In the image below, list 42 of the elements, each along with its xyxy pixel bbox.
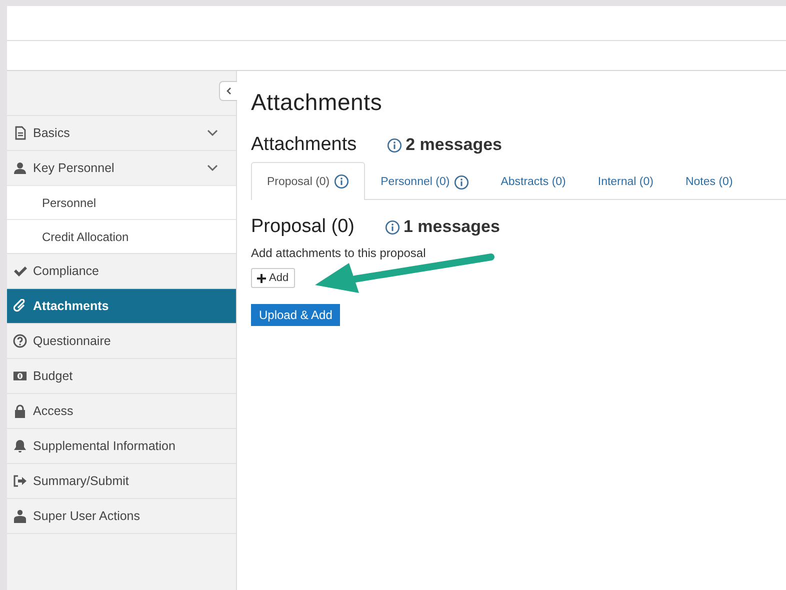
info-icon bbox=[334, 174, 349, 189]
person-icon bbox=[13, 161, 27, 175]
check-icon bbox=[13, 264, 27, 278]
info-icon bbox=[454, 174, 469, 190]
upload-button[interactable]: Upload & Add bbox=[251, 304, 340, 326]
lock-icon bbox=[13, 404, 27, 418]
panel-title: Proposal (0) bbox=[251, 216, 354, 238]
add-button[interactable]: Add bbox=[251, 268, 295, 288]
sidebar-item[interactable]: Supplemental Information bbox=[7, 428, 236, 463]
sidebar-item[interactable]: Attachments bbox=[7, 288, 236, 323]
info-icon bbox=[384, 220, 400, 234]
collapse-button[interactable] bbox=[219, 81, 237, 101]
sidebar-item[interactable]: Budget bbox=[7, 358, 236, 393]
messages-link[interactable]: 2 messages bbox=[406, 135, 502, 155]
messages-link[interactable]: 1 messages bbox=[404, 217, 500, 237]
paperclip-icon bbox=[13, 299, 27, 313]
sidebar-item[interactable]: Questionnaire bbox=[7, 323, 236, 358]
tab[interactable]: Personnel (0) bbox=[364, 163, 485, 200]
sidebar-item[interactable]: Summary/Submit bbox=[7, 463, 236, 498]
chevron-left-icon bbox=[224, 87, 232, 95]
tab[interactable]: Proposal (0) bbox=[251, 162, 365, 200]
bell-icon bbox=[13, 439, 27, 453]
tab[interactable]: Internal (0) bbox=[582, 163, 670, 200]
plus-icon bbox=[257, 274, 266, 282]
chevron-down-icon bbox=[207, 129, 218, 137]
sidebar-subitem[interactable]: Credit Allocation bbox=[7, 219, 236, 253]
tab[interactable]: Notes (0) bbox=[669, 163, 749, 200]
banknote-icon bbox=[13, 369, 27, 383]
page-title: Attachments bbox=[251, 89, 384, 116]
tab[interactable]: Abstracts (0) bbox=[484, 163, 582, 200]
document-icon bbox=[13, 126, 27, 140]
info-icon bbox=[386, 138, 402, 152]
question-icon bbox=[13, 334, 27, 348]
section-title: Attachments bbox=[251, 134, 357, 156]
user-icon bbox=[13, 509, 27, 523]
sign-out-icon bbox=[13, 474, 27, 488]
chevron-down-icon bbox=[207, 164, 218, 172]
sidebar-item[interactable]: Access bbox=[7, 393, 236, 428]
sidebar-item[interactable]: Super User Actions bbox=[7, 498, 236, 533]
sidebar-subitem[interactable]: Personnel bbox=[7, 185, 236, 219]
description-text: Add attachments to this proposal bbox=[251, 246, 427, 260]
sidebar-item[interactable]: Basics bbox=[7, 115, 236, 150]
